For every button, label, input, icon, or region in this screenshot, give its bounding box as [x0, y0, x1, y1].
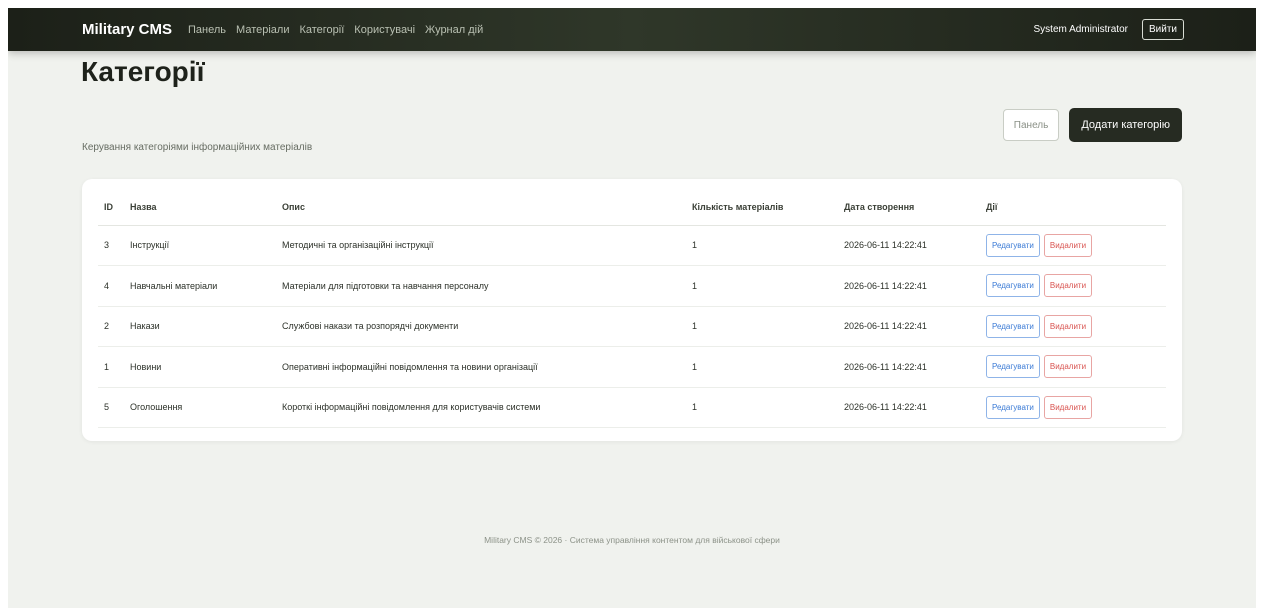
- cell-count: 1: [686, 346, 838, 388]
- cell-actions: Редагувати Видалити: [980, 387, 1166, 428]
- nav-link-materials[interactable]: Матеріали: [236, 24, 289, 36]
- delete-button[interactable]: Видалити: [1043, 355, 1093, 379]
- panel-button[interactable]: Панель: [1002, 109, 1060, 141]
- nav-user-area: System Administrator Вийти: [1033, 19, 1184, 40]
- cell-name: Навчальні матеріали: [124, 265, 276, 307]
- delete-button[interactable]: Видалити: [1043, 274, 1093, 298]
- edit-button[interactable]: Редагувати: [986, 314, 1040, 338]
- table-row: 1 Новини Оперативні інформаційні повідом…: [98, 346, 1166, 388]
- delete-button[interactable]: Видалити: [1043, 314, 1093, 338]
- nav-links: Панель Матеріали Категорії Користувачі Ж…: [188, 24, 483, 36]
- cell-count: 1: [686, 306, 838, 347]
- table-row: 4 Навчальні матеріали Матеріали для підг…: [98, 265, 1166, 307]
- table-row: 3 Інструкції Методичні та організаційні …: [98, 225, 1166, 266]
- column-header-actions: Дії: [980, 189, 1166, 226]
- edit-button[interactable]: Редагувати: [986, 274, 1040, 298]
- cell-id: 5: [98, 387, 124, 428]
- cell-description: Методичні та організаційні інструкції: [276, 225, 686, 266]
- top-navbar: Military CMS Панель Матеріали Категорії …: [8, 8, 1256, 51]
- cell-count: 1: [686, 225, 838, 266]
- cell-date: 2026-06-11 14:22:41: [838, 225, 980, 266]
- column-header-date: Дата створення: [838, 189, 980, 226]
- nav-link-panel[interactable]: Панель: [188, 24, 226, 36]
- header-actions: Панель Додати категорію: [1002, 108, 1182, 142]
- cell-actions: Редагувати Видалити: [980, 225, 1166, 266]
- add-category-button[interactable]: Додати категорію: [1069, 108, 1182, 142]
- cell-count: 1: [686, 265, 838, 307]
- edit-button[interactable]: Редагувати: [986, 233, 1040, 257]
- categories-table: ID Назва Опис Кількість матеріалів Дата …: [98, 189, 1166, 428]
- table-row: 2 Накази Службові накази та розпорядчі д…: [98, 306, 1166, 347]
- cell-date: 2026-06-11 14:22:41: [838, 346, 980, 388]
- cell-id: 4: [98, 265, 124, 307]
- page-title: Категорії: [81, 56, 205, 87]
- column-header-id: ID: [98, 189, 124, 226]
- column-header-name: Назва: [124, 189, 276, 226]
- cell-name: Інструкції: [124, 225, 276, 266]
- cell-actions: Редагувати Видалити: [980, 346, 1166, 388]
- cell-name: Новини: [124, 346, 276, 388]
- cell-description: Матеріали для підготовки та навчання пер…: [276, 265, 686, 307]
- cell-actions: Редагувати Видалити: [980, 306, 1166, 347]
- cell-date: 2026-06-11 14:22:41: [838, 265, 980, 307]
- page-footer: Military CMS © 2026 · Система управління…: [484, 535, 780, 545]
- delete-button[interactable]: Видалити: [1043, 395, 1093, 419]
- column-header-description: Опис: [276, 189, 686, 226]
- cell-description: Короткі інформаційні повідомлення для ко…: [276, 387, 686, 428]
- delete-button[interactable]: Видалити: [1043, 233, 1093, 257]
- column-header-count: Кількість матеріалів: [686, 189, 838, 226]
- cell-id: 3: [98, 225, 124, 266]
- current-user-name: System Administrator: [1033, 24, 1128, 35]
- page-subtitle: Керування категоріями інформаційних мате…: [82, 142, 313, 153]
- logout-button[interactable]: Вийти: [1141, 19, 1184, 40]
- cell-id: 2: [98, 306, 124, 347]
- page: Military CMS Панель Матеріали Категорії …: [8, 8, 1256, 608]
- cell-date: 2026-06-11 14:22:41: [838, 387, 980, 428]
- nav-link-audit-log[interactable]: Журнал дій: [425, 24, 483, 36]
- nav-link-users[interactable]: Користувачі: [354, 24, 415, 36]
- edit-button[interactable]: Редагувати: [986, 355, 1040, 379]
- edit-button[interactable]: Редагувати: [986, 395, 1040, 419]
- brand-logo[interactable]: Military CMS: [82, 21, 172, 38]
- cell-actions: Редагувати Видалити: [980, 265, 1166, 307]
- cell-id: 1: [98, 346, 124, 388]
- cell-name: Накази: [124, 306, 276, 347]
- cell-description: Оперативні інформаційні повідомлення та …: [276, 346, 686, 388]
- cell-name: Оголошення: [124, 387, 276, 428]
- cell-description: Службові накази та розпорядчі документи: [276, 306, 686, 347]
- nav-link-categories[interactable]: Категорії: [299, 24, 344, 36]
- table-header-row: ID Назва Опис Кількість матеріалів Дата …: [98, 189, 1166, 226]
- cell-count: 1: [686, 387, 838, 428]
- table-row: 5 Оголошення Короткі інформаційні повідо…: [98, 387, 1166, 428]
- cell-date: 2026-06-11 14:22:41: [838, 306, 980, 347]
- categories-card: ID Назва Опис Кількість матеріалів Дата …: [82, 179, 1182, 441]
